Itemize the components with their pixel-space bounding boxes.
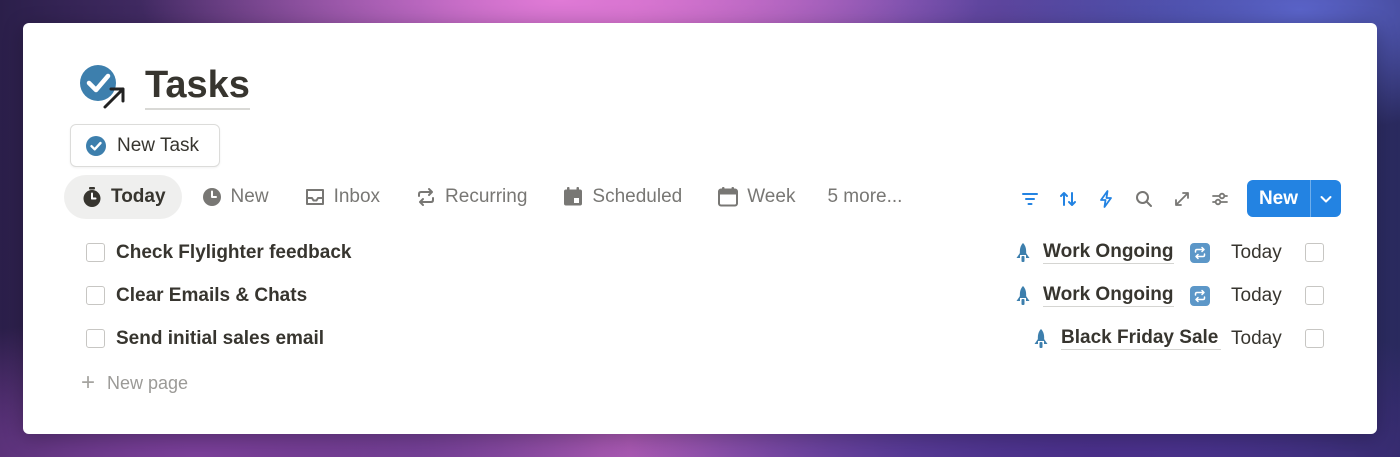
project-relation[interactable]: Black Friday Sale : [1033,327,1221,350]
table-row[interactable]: Check Flylighter feedback Work Ongoing T… [23,231,1377,274]
stopwatch-icon [81,186,103,208]
calendar-day-icon [562,186,584,208]
view-tabs: Today New Inbox Recurring Scheduled Week… [64,175,920,219]
check-circle-arrow-icon[interactable] [79,63,127,111]
new-page-label: New page [107,372,189,393]
task-checkbox[interactable] [1305,243,1324,262]
new-record-button: New [1247,180,1341,217]
project-relation[interactable]: Work Ongoing [1015,284,1174,307]
tab-week[interactable]: Week [700,175,811,219]
new-task-label: New Task [117,134,200,156]
new-dropdown-button[interactable] [1310,180,1341,217]
tab-today[interactable]: Today [64,175,182,219]
tab-label: Inbox [333,186,381,207]
task-done-checkbox[interactable] [86,329,105,348]
inbox-tray-icon [304,186,326,208]
sort-icon[interactable] [1049,181,1087,217]
check-circle-icon [86,135,106,156]
new-button[interactable]: New [1247,180,1310,217]
task-list: Check Flylighter feedback Work Ongoing T… [23,231,1377,360]
project-name: Work Ongoing [1043,284,1174,307]
database-toolbar: New [1011,180,1341,217]
rocket-icon [1034,328,1048,348]
recurring-icon [1190,243,1210,263]
repeat-icon [415,186,437,208]
tab-label: New [230,186,269,207]
task-name[interactable]: Send initial sales email [116,328,324,350]
tab-inbox[interactable]: Inbox [287,175,396,219]
filter-icon[interactable] [1011,181,1049,217]
tab-label: Scheduled [592,186,683,207]
rocket-icon [1016,285,1030,305]
tab-label: Recurring [445,186,528,207]
search-icon[interactable] [1125,181,1163,217]
tab-new[interactable]: New [184,175,285,219]
chevron-down-icon [1320,195,1332,202]
due-date: Today [1231,327,1282,349]
task-name[interactable]: Clear Emails & Chats [116,285,307,307]
task-checkbox[interactable] [1305,329,1324,348]
tab-label: Week [747,186,796,207]
more-tabs-button[interactable]: 5 more... [813,175,918,219]
project-name: Work Ongoing [1043,241,1174,264]
task-done-checkbox[interactable] [86,243,105,262]
recurring-icon [1190,286,1210,306]
tab-label: Today [111,186,166,207]
table-row[interactable]: Send initial sales email Black Friday Sa… [23,317,1377,360]
due-date: Today [1231,284,1282,306]
calendar-icon [717,186,739,208]
task-name[interactable]: Check Flylighter feedback [116,242,351,264]
table-row[interactable]: Clear Emails & Chats Work Ongoing Today [23,274,1377,317]
expand-icon[interactable] [1163,181,1201,217]
lightning-icon[interactable] [1087,181,1125,217]
plus-icon: + [81,369,96,396]
task-checkbox[interactable] [1305,286,1324,305]
project-relation[interactable]: Work Ongoing [1015,241,1174,264]
task-done-checkbox[interactable] [86,286,105,305]
due-date: Today [1231,241,1282,263]
tab-scheduled[interactable]: Scheduled [545,175,698,219]
rocket-icon [1016,242,1030,262]
tasks-database-window: Tasks New Task Today New Inbox Recurring… [23,23,1377,434]
page-header: Tasks [79,63,250,111]
clock-icon [201,186,223,208]
page-title[interactable]: Tasks [145,64,250,110]
tab-recurring[interactable]: Recurring [398,175,543,219]
new-task-button[interactable]: New Task [70,124,220,167]
settings-sliders-icon[interactable] [1201,181,1239,217]
new-page-button[interactable]: + New page [81,369,188,397]
project-name: Black Friday Sale : [1061,327,1221,350]
